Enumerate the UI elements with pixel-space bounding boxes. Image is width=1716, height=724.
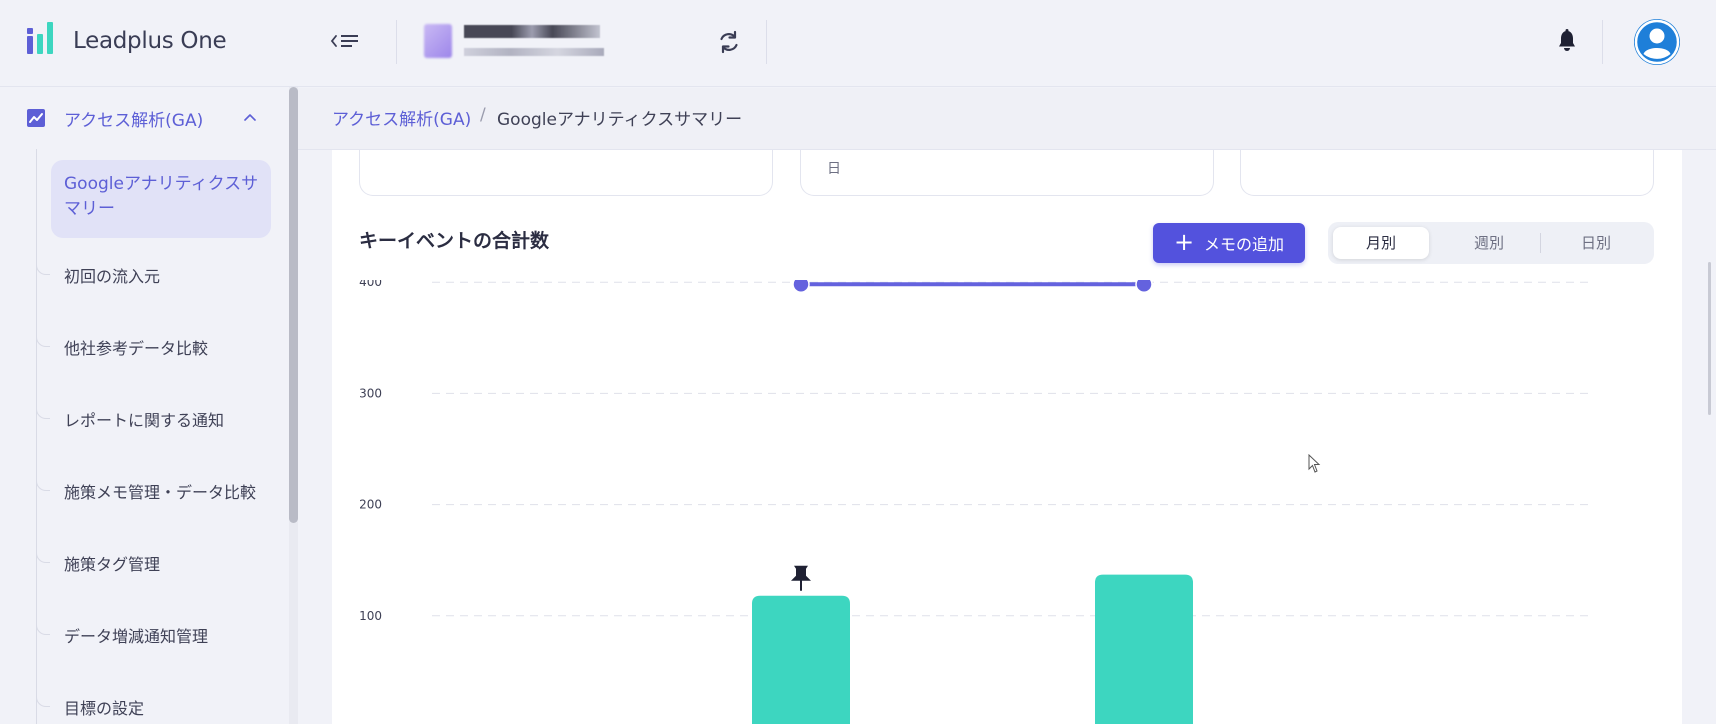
mouse-cursor-icon (1308, 454, 1321, 473)
header-divider (1602, 20, 1603, 64)
breadcrumb-current: Googleアナリティクスサマリー (497, 110, 743, 130)
sync-button[interactable] (716, 28, 742, 56)
analytics-chart-icon (27, 109, 45, 127)
add-memo-label: メモの追加 (1204, 235, 1285, 254)
notification-button[interactable] (1556, 28, 1578, 54)
kpi-card: ​ 日 (800, 150, 1214, 196)
line-point (792, 280, 810, 293)
pin-icon (791, 565, 811, 591)
tree-branch (36, 261, 50, 275)
sidebar-item-label: レポートに関する通知 (64, 411, 225, 430)
chevron-up-icon (244, 114, 256, 121)
tree-branch (36, 693, 50, 707)
plus-icon: + (1173, 228, 1195, 256)
y-tick-label: 200 (359, 498, 382, 512)
tree-branch (36, 477, 50, 491)
page-scrollbar-thumb[interactable] (1708, 262, 1711, 415)
kpi-card (1240, 150, 1654, 196)
sidebar-item-data-alerts[interactable]: データ増減通知管理 (36, 615, 276, 655)
sidebar-item-competitor-compare[interactable]: 他社参考データ比較 (36, 327, 276, 367)
sidebar-item-label: 目標の設定 (64, 699, 145, 718)
project-selector-blurred[interactable] (424, 20, 624, 64)
collapse-sidebar-button[interactable] (328, 28, 368, 56)
breadcrumb-parent-link[interactable]: アクセス解析(GA) (332, 105, 471, 130)
tree-branch (36, 549, 50, 563)
period-weekly-tab[interactable]: 週別 (1441, 227, 1537, 259)
tree-branch (36, 333, 50, 347)
sidebar-item-label: 施策タグ管理 (64, 555, 161, 574)
sidebar-item-first-source[interactable]: 初回の流入元 (36, 255, 276, 295)
y-tick-label: 100 (359, 609, 382, 623)
leadplus-logo-icon (27, 22, 53, 54)
bar (1095, 574, 1193, 724)
project-avatar-blurred (424, 24, 452, 58)
breadcrumb-separator: / (480, 105, 486, 125)
sidebar-section-ga[interactable]: アクセス解析(GA) (26, 103, 266, 133)
period-toggle: 月別 週別 日別 (1328, 222, 1654, 264)
period-daily-tab[interactable]: 日別 (1548, 227, 1644, 259)
sidebar-item-ga-summary[interactable]: Googleアナリティクスサマリー (51, 160, 271, 238)
sidebar: アクセス解析(GA) Googleアナリティクスサマリー 初回の流入元 他社参考… (0, 87, 298, 724)
y-tick-label: 400 (359, 280, 382, 289)
line-point (1135, 280, 1153, 293)
period-divider (1540, 233, 1541, 253)
bell-icon (1559, 29, 1575, 51)
tree-branch (36, 405, 50, 419)
project-url-blurred (464, 48, 604, 56)
sidebar-item-memo-management[interactable]: 施策メモ管理・データ比較 (36, 471, 276, 511)
sidebar-item-label: 施策メモ管理・データ比較 (64, 483, 257, 502)
sidebar-item-goal-settings[interactable]: 目標の設定 (36, 687, 276, 724)
sidebar-scrollbar-thumb[interactable] (289, 87, 298, 523)
chart-title: キーイベントの合計数 (359, 230, 550, 252)
sidebar-item-tag-management[interactable]: 施策タグ管理 (36, 543, 276, 583)
app-name: Leadplus One (73, 28, 227, 54)
sidebar-item-label: データ増減通知管理 (64, 627, 209, 646)
kpi-day-label: 日 (827, 161, 841, 177)
menu-collapse-icon (330, 35, 358, 47)
sync-icon (720, 30, 738, 54)
sidebar-item-label: 初回の流入元 (64, 267, 161, 286)
sidebar-section-label: アクセス解析(GA) (64, 110, 204, 131)
header-divider (396, 20, 397, 64)
user-avatar[interactable] (1634, 19, 1680, 65)
sidebar-scrollbar[interactable] (289, 87, 298, 724)
sidebar-item-label: Googleアナリティクスサマリー (64, 174, 259, 219)
user-icon (1634, 19, 1680, 65)
sidebar-item-label: 他社参考データ比較 (64, 339, 209, 358)
bar (752, 595, 850, 724)
app-logo[interactable]: Leadplus One (27, 22, 227, 56)
project-name-blurred (464, 25, 600, 38)
add-memo-button[interactable]: + メモの追加 (1153, 223, 1305, 263)
breadcrumb: アクセス解析(GA) / Googleアナリティクスサマリー (298, 88, 1716, 150)
key-events-chart: 100 200 300 400 (359, 280, 1592, 724)
sidebar-item-report-notifications[interactable]: レポートに関する通知 (36, 399, 276, 439)
tree-branch (36, 621, 50, 635)
kpi-card (359, 150, 773, 196)
top-header: Leadplus One (0, 0, 1716, 87)
y-tick-label: 300 (359, 386, 382, 400)
header-divider (766, 20, 767, 64)
period-monthly-tab[interactable]: 月別 (1333, 227, 1429, 259)
